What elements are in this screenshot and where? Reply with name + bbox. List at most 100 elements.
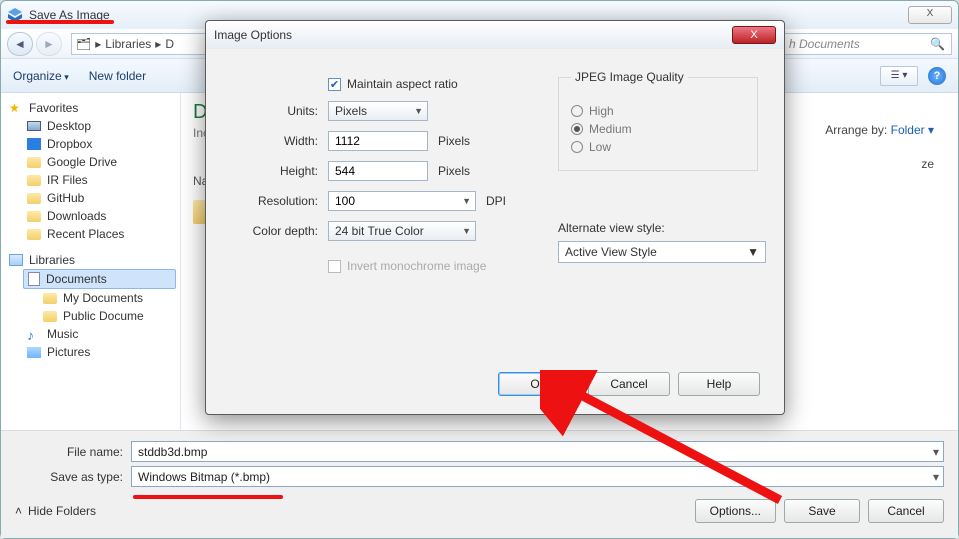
resolution-input[interactable]: ▼ (328, 191, 476, 211)
jpeg-quality-group: JPEG Image Quality High Medium Low (558, 77, 758, 171)
cancel-button[interactable]: Cancel (868, 499, 944, 523)
tree-label: Google Drive (47, 155, 117, 169)
column-size[interactable]: ze (921, 157, 934, 171)
tree-music[interactable]: ♪Music (23, 325, 176, 343)
dialog-title: Image Options (214, 28, 732, 42)
tree-pubdocs[interactable]: Public Docume (39, 307, 176, 325)
alternate-view-group: Alternate view style: Active View Style … (558, 221, 768, 263)
downloads-icon (27, 211, 41, 222)
resolution-label: Resolution: (230, 194, 318, 208)
ok-button[interactable]: OK (498, 372, 580, 396)
annotation-underline-title (6, 20, 114, 24)
jpeg-low-radio: Low (571, 140, 745, 154)
tree-label: Libraries (29, 253, 75, 267)
tree-downloads[interactable]: Downloads (23, 207, 176, 225)
tree-pictures[interactable]: Pictures (23, 343, 176, 361)
libraries-icon (9, 254, 23, 266)
width-unit: Pixels (438, 134, 470, 148)
chevron-down-icon[interactable]: ▾ (933, 445, 939, 459)
invert-monochrome-checkbox (328, 260, 341, 273)
tree-label: Favorites (29, 101, 78, 115)
save-type-select[interactable]: Windows Bitmap (*.bmp) ▾ (131, 466, 944, 487)
chevron-down-icon: ▼ (462, 226, 471, 236)
image-options-dialog: Image Options X ✔ Maintain aspect ratio … (205, 20, 785, 415)
tree-label: Downloads (47, 209, 106, 223)
units-label: Units: (230, 104, 318, 118)
folder-icon (27, 193, 41, 204)
back-button[interactable]: ◄ (7, 32, 33, 56)
tree-mydocs[interactable]: My Documents (39, 289, 176, 307)
arrange-by[interactable]: Arrange by: Folder ▾ (825, 123, 934, 137)
chevron-down-icon: ▼ (462, 196, 471, 206)
tree-recent[interactable]: Recent Places (23, 225, 176, 243)
breadcrumb-seg-next[interactable]: D (165, 37, 174, 51)
resolution-unit: DPI (486, 194, 506, 208)
hide-folders-label: Hide Folders (28, 504, 96, 518)
height-unit: Pixels (438, 164, 470, 178)
tree-irfiles[interactable]: IR Files (23, 171, 176, 189)
height-input[interactable] (328, 161, 428, 181)
color-depth-select[interactable]: 24 bit True Color▼ (328, 221, 476, 241)
invert-monochrome-label: Invert monochrome image (347, 259, 486, 273)
folder-icon (43, 293, 57, 304)
tree-libraries[interactable]: Libraries (5, 251, 176, 269)
help-button[interactable]: ? (928, 67, 946, 85)
breadcrumb-seg-libraries[interactable]: Libraries (105, 37, 151, 51)
documents-icon (28, 272, 40, 286)
file-name-label: File name: (15, 445, 123, 459)
tree-dropbox[interactable]: Dropbox (23, 135, 176, 153)
folder-icon (27, 175, 41, 186)
hide-folders-toggle[interactable]: ˄ Hide Folders (15, 504, 96, 518)
height-label: Height: (230, 164, 318, 178)
desktop-icon (27, 121, 41, 131)
color-depth-label: Color depth: (230, 224, 318, 238)
jpeg-medium-label: Medium (589, 122, 632, 136)
dialog-close-button[interactable]: X (732, 26, 776, 44)
bottom-panel: File name: stddb3d.bmp ▾ Save as type: W… (1, 430, 958, 538)
jpeg-high-radio: High (571, 104, 745, 118)
jpeg-low-label: Low (589, 140, 611, 154)
tree-desktop[interactable]: Desktop (23, 117, 176, 135)
tree-label: GitHub (47, 191, 84, 205)
search-input[interactable]: h Documents 🔍 (782, 33, 952, 55)
maintain-aspect-checkbox[interactable]: ✔ (328, 78, 341, 91)
window-close-button[interactable]: X (908, 6, 952, 24)
forward-button[interactable]: ► (36, 32, 62, 56)
units-select[interactable]: Pixels▼ (328, 101, 428, 121)
width-input[interactable] (328, 131, 428, 151)
gdrive-icon (27, 157, 41, 168)
tree-favorites[interactable]: ★ Favorites (5, 99, 176, 117)
tree-documents[interactable]: Documents (23, 269, 176, 289)
alternate-view-value: Active View Style (565, 245, 657, 259)
alternate-view-select[interactable]: Active View Style ▼ (558, 241, 766, 263)
tree-gdrive[interactable]: Google Drive (23, 153, 176, 171)
tree-label: Music (47, 327, 78, 341)
help-button-dialog[interactable]: Help (678, 372, 760, 396)
tree-label: Documents (46, 272, 107, 286)
organize-menu[interactable]: Organize (13, 69, 69, 83)
tree-github[interactable]: GitHub (23, 189, 176, 207)
file-name-input[interactable]: stddb3d.bmp ▾ (131, 441, 944, 462)
view-mode-button[interactable]: ☰ ▾ (880, 66, 918, 86)
options-button[interactable]: Options... (695, 499, 776, 523)
tree-label: My Documents (63, 291, 143, 305)
dialog-titlebar: Image Options X (206, 21, 784, 49)
arrange-value[interactable]: Folder ▾ (891, 123, 934, 137)
breadcrumb-sep: ▸ (95, 37, 101, 51)
jpeg-quality-legend: JPEG Image Quality (571, 70, 688, 84)
search-icon[interactable]: 🔍 (930, 37, 945, 51)
new-folder-button[interactable]: New folder (89, 69, 146, 83)
arrange-label: Arrange by: (825, 123, 887, 137)
nav-tree: ★Favorites Desktop Dropbox Google Drive … (1, 93, 181, 430)
chevron-down-icon[interactable]: ▾ (933, 470, 939, 484)
tree-label: Desktop (47, 119, 91, 133)
tree-label: Recent Places (47, 227, 124, 241)
tree-label: IR Files (47, 173, 88, 187)
dropbox-icon (27, 138, 41, 150)
save-button[interactable]: Save (784, 499, 860, 523)
jpeg-high-label: High (589, 104, 614, 118)
chevron-down-icon: ▼ (414, 106, 423, 116)
cancel-button-dialog[interactable]: Cancel (588, 372, 670, 396)
star-icon: ★ (9, 101, 23, 115)
folder-icon (43, 311, 57, 322)
